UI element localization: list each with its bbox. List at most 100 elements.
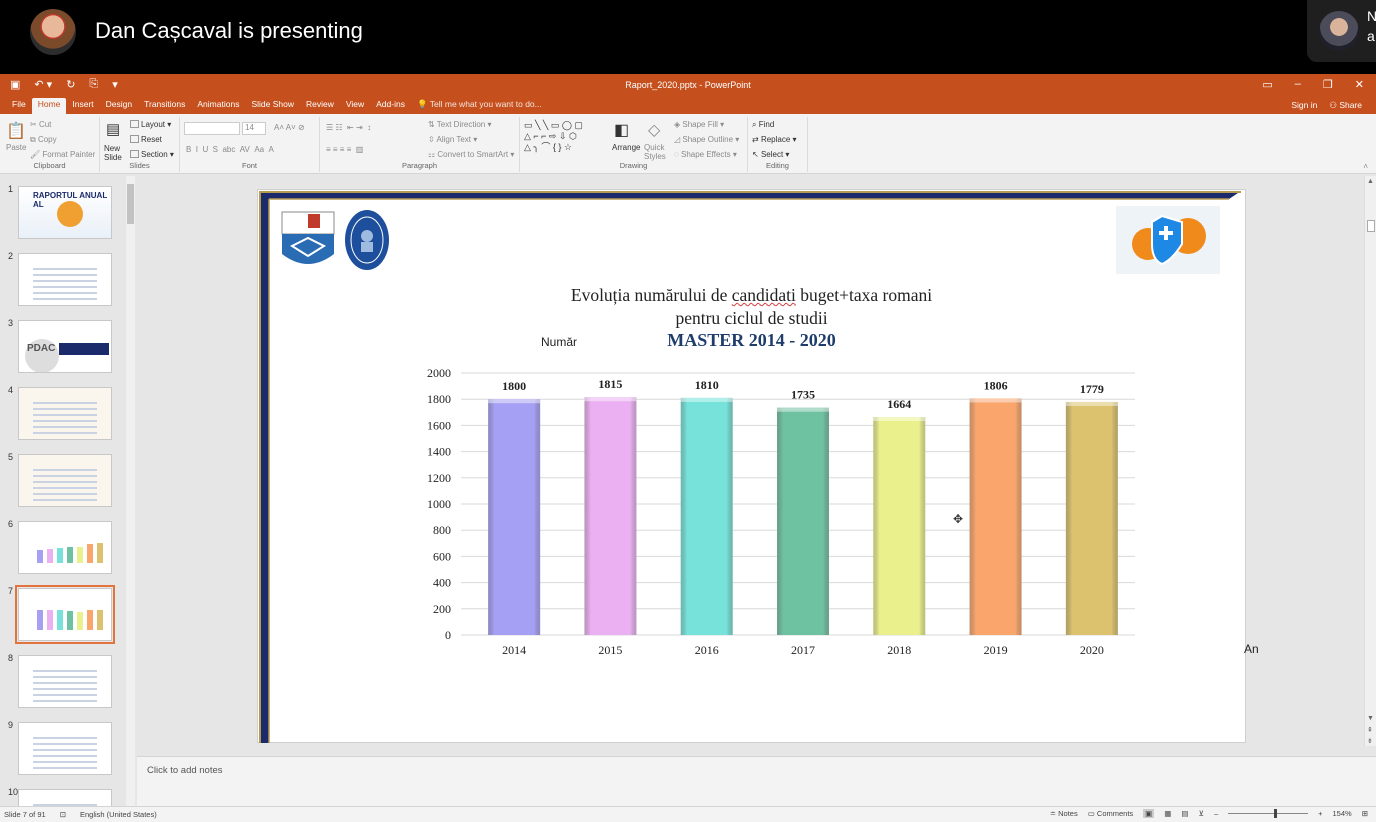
grow-font-icon[interactable]: A˄ A˅ ⊘ xyxy=(274,123,305,132)
normal-view-icon[interactable]: ▣ xyxy=(1143,809,1155,818)
restore-icon[interactable]: ❐ xyxy=(1323,78,1333,91)
select-button[interactable]: ↖ Select ▾ xyxy=(752,150,789,159)
convert-smartart-button[interactable]: ⚏ Convert to SmartArt ▾ xyxy=(428,150,514,159)
close-icon[interactable]: ✕ xyxy=(1355,78,1364,91)
section-button[interactable]: Section ▾ xyxy=(130,150,174,159)
copy-button[interactable]: ⧉ Copy xyxy=(30,135,57,145)
thumbnail-number: 8 xyxy=(8,653,14,663)
previous-slide-icon[interactable]: ⇞ xyxy=(1367,726,1373,734)
zoom-in-icon[interactable]: + xyxy=(1318,809,1322,818)
font-name-input[interactable] xyxy=(184,122,240,135)
minimize-icon[interactable]: – xyxy=(1295,78,1301,91)
quick-styles-icon[interactable]: ◇ xyxy=(648,120,660,140)
slide-thumbnail-2[interactable]: 2 xyxy=(6,251,126,313)
slide-thumbnail-9[interactable]: 9 xyxy=(6,720,126,782)
sign-in-link[interactable]: Sign in xyxy=(1291,100,1317,111)
slideshow-icon[interactable]: ⊻ xyxy=(1198,809,1204,818)
slide-canvas[interactable]: Evoluția numărului de candidati buget+ta… xyxy=(257,189,1259,743)
replace-button[interactable]: ⇄ Replace ▾ xyxy=(752,135,797,144)
reset-label: Reset xyxy=(141,135,162,144)
self-video-tile[interactable]: N a xyxy=(1307,0,1376,62)
quick-styles-button[interactable]: Quick Styles xyxy=(644,143,668,161)
shape-outline-button[interactable]: ◿ Shape Outline ▾ xyxy=(674,135,739,144)
thumbnail-bar xyxy=(87,544,93,563)
layout-button[interactable]: Layout ▾ xyxy=(130,120,171,129)
notes-button[interactable]: ≐ Notes xyxy=(1050,809,1078,818)
y-tick-label: 1400 xyxy=(427,445,451,459)
next-slide-icon[interactable]: ⇟ xyxy=(1367,737,1373,745)
collapse-ribbon-icon[interactable]: ˄ xyxy=(1363,162,1368,171)
tell-me-search[interactable]: 💡 Tell me what you want to do... xyxy=(411,98,548,114)
slide-thumbnail-6[interactable]: 6 xyxy=(6,519,126,581)
thumbnail-number: 4 xyxy=(8,385,14,395)
bar-shading xyxy=(1065,401,1118,635)
replace-icon: ⇄ xyxy=(752,135,761,144)
slide-thumbnail-7[interactable]: 7 xyxy=(6,585,126,648)
zoom-slider-thumb[interactable] xyxy=(1274,809,1278,818)
new-slide-button[interactable]: New Slide xyxy=(104,144,130,162)
data-label: 1810 xyxy=(695,378,719,392)
slide-thumbnail-1[interactable]: 1 RAPORTUL ANUAL AL xyxy=(6,184,126,246)
share-button[interactable]: ⚇ Share xyxy=(1329,100,1362,111)
tab-animations[interactable]: Animations xyxy=(191,98,245,114)
thumbnail-line xyxy=(33,402,97,404)
thumbnail-line xyxy=(33,676,97,678)
format-painter-button[interactable]: 🖌 Format Painter xyxy=(30,150,95,159)
ribbon-display-icon[interactable]: ▭ xyxy=(1262,78,1272,91)
thumbnails-scrollbar[interactable] xyxy=(126,176,135,806)
bar-top-bevel xyxy=(969,398,1022,403)
paste-button[interactable]: Paste xyxy=(6,143,26,152)
scroll-down-icon[interactable]: ▼ xyxy=(1367,715,1374,722)
convert-smartart-label: Convert to SmartArt xyxy=(437,150,509,159)
tab-slide-show[interactable]: Slide Show xyxy=(245,98,300,114)
new-slide-icon[interactable]: ▤ xyxy=(106,120,120,138)
thumbnail-line xyxy=(33,298,97,300)
align-buttons[interactable]: ≡ ≡ ≡ ≡ ▥ xyxy=(326,145,363,154)
notes-pane[interactable]: Click to add notes xyxy=(137,756,1376,806)
reading-view-icon[interactable]: ▤ xyxy=(1181,809,1188,818)
slide-sorter-icon[interactable]: ▦ xyxy=(1164,809,1171,818)
fit-slide-icon[interactable]: ⊞ xyxy=(1362,809,1368,818)
scroll-thumb[interactable] xyxy=(127,184,134,224)
shape-fill-button[interactable]: ◈ Shape Fill ▾ xyxy=(674,120,724,129)
zoom-slider[interactable] xyxy=(1228,809,1309,818)
font-format-buttons[interactable]: B I U S abc AV Aa A xyxy=(186,145,274,154)
tab-add-ins[interactable]: Add-ins xyxy=(370,98,411,114)
text-direction-button[interactable]: ⇅ Text Direction ▾ xyxy=(428,120,492,129)
cut-button[interactable]: ✂ Cut xyxy=(30,120,51,129)
reset-button[interactable]: Reset xyxy=(130,135,162,144)
tab-view[interactable]: View xyxy=(340,98,370,114)
comments-button[interactable]: ▭ Comments xyxy=(1088,809,1133,818)
slide-thumbnail-4[interactable]: 4 xyxy=(6,385,126,447)
y-tick-label: 2000 xyxy=(427,366,451,380)
font-size-input[interactable]: 14 xyxy=(242,122,266,135)
slide-thumbnail-5[interactable]: 5 xyxy=(6,452,126,514)
list-buttons[interactable]: ☰ ☷ ⇤ ⇥ ↕ xyxy=(326,123,371,132)
scroll-up-icon[interactable]: ▲ xyxy=(1367,178,1374,185)
tab-file[interactable]: File xyxy=(6,98,32,114)
thumbnail-line xyxy=(33,274,97,276)
zoom-level[interactable]: 154% xyxy=(1333,809,1352,818)
y-tick-label: 600 xyxy=(433,549,451,563)
slide-scrollbar[interactable]: ▲ ▼ ⇞ ⇟ xyxy=(1364,176,1376,746)
shape-effects-button[interactable]: ◌ Shape Effects ▾ xyxy=(674,150,737,159)
zoom-out-icon[interactable]: – xyxy=(1214,809,1218,818)
find-button[interactable]: ⌕ Find xyxy=(752,120,774,130)
slide-scroll-thumb[interactable] xyxy=(1367,220,1375,232)
tab-home[interactable]: Home xyxy=(31,98,67,114)
paste-icon[interactable]: 📋 xyxy=(6,121,26,141)
tab-transitions[interactable]: Transitions xyxy=(138,98,191,114)
ribbon-tabs: File Home Insert Design Transitions Animation… xyxy=(0,97,1376,114)
tab-review[interactable]: Review xyxy=(300,98,340,114)
slide-thumbnail-8[interactable]: 8 xyxy=(6,653,126,715)
align-text-button[interactable]: ⇳ Align Text ▾ xyxy=(428,135,477,144)
spellcheck-icon[interactable]: ⊡ xyxy=(60,810,66,819)
arrange-icon[interactable]: ◧ xyxy=(614,120,629,140)
arrange-button[interactable]: Arrange xyxy=(612,143,640,152)
slide-thumbnail-3[interactable]: 3 PDAC xyxy=(6,318,126,380)
language-indicator[interactable]: English (United States) xyxy=(80,810,157,819)
shapes-gallery[interactable]: ▭ ╲ ╲ ▭ ◯ ▢ △ ⌐ ⌐ ⇨ ⇩ ⬡ △ ╮ ⌒ { } ☆ xyxy=(524,120,583,153)
tab-insert[interactable]: Insert xyxy=(66,98,99,114)
y-tick-label: 1000 xyxy=(427,497,451,511)
tab-design[interactable]: Design xyxy=(100,98,138,114)
